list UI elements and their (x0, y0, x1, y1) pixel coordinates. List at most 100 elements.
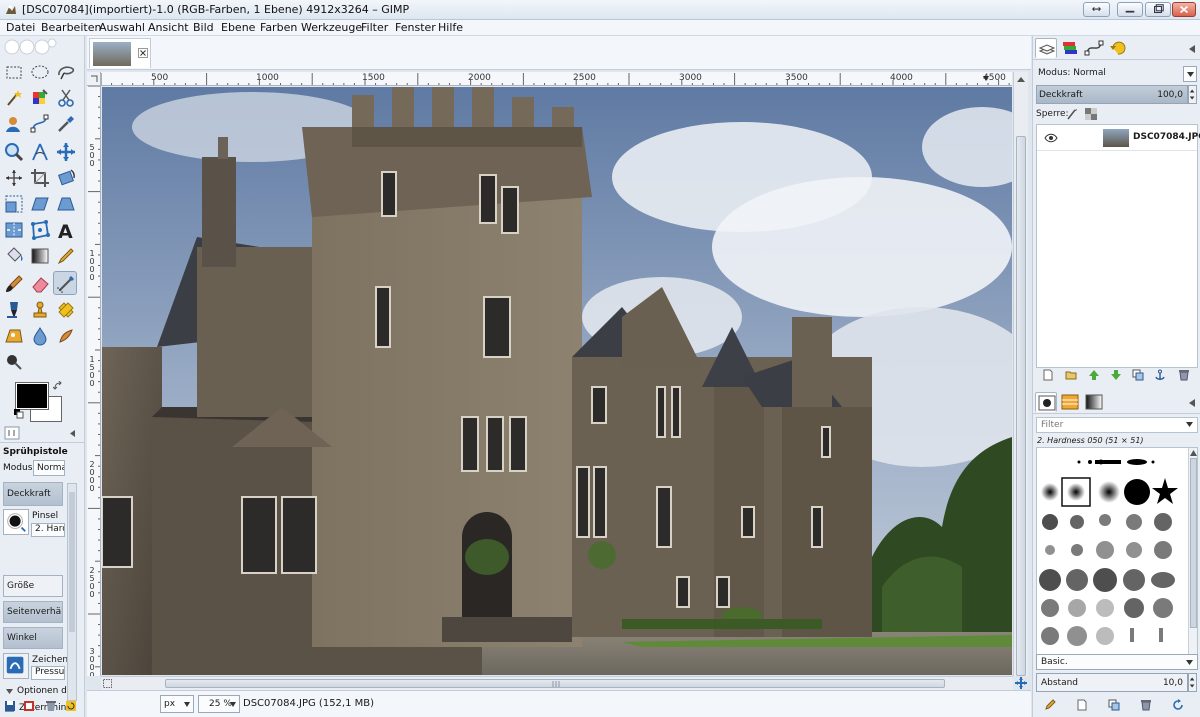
move-icon[interactable] (54, 140, 78, 164)
paths-icon[interactable] (28, 112, 52, 136)
unit-select[interactable]: px (160, 695, 194, 713)
heal-icon[interactable] (54, 298, 78, 322)
shear-icon[interactable] (28, 192, 52, 216)
paths-tab-icon[interactable] (1083, 38, 1105, 58)
opacity-slider[interactable]: Deckkraft (3, 482, 63, 506)
foreground-color[interactable] (15, 382, 49, 410)
delete-layer-icon[interactable] (1178, 369, 1190, 381)
scroll-up-icon[interactable] (1016, 75, 1026, 83)
ink-icon[interactable] (2, 298, 26, 322)
swap-colors-icon[interactable] (53, 381, 63, 391)
brush-spacing-slider[interactable]: Abstand 10,0 (1036, 673, 1188, 692)
scissors-icon[interactable] (54, 86, 78, 110)
panel-menu-icon[interactable] (1187, 44, 1197, 54)
color-picker-icon[interactable] (54, 112, 78, 136)
vertical-scrollbar[interactable] (1013, 72, 1028, 676)
undo-history-tab-icon[interactable] (1107, 38, 1129, 58)
menu-filter[interactable]: Filter (361, 21, 388, 34)
layer-mode-select[interactable]: Modus: Normal (1035, 66, 1199, 82)
size-slider[interactable]: Größe (3, 575, 63, 597)
navigate-icon[interactable] (1014, 676, 1028, 690)
menu-auswahl[interactable]: Auswahl (99, 21, 145, 34)
layer-opacity-slider[interactable]: Deckkraft 100,0 (1036, 85, 1188, 104)
duplicate-brush-icon[interactable] (1108, 699, 1120, 711)
airbrush-icon[interactable] (53, 271, 77, 295)
crop-icon[interactable] (28, 166, 52, 190)
new-layer-icon[interactable] (1042, 369, 1054, 381)
restore-options-icon[interactable] (23, 700, 35, 712)
dynamics-field[interactable]: Pressure (31, 666, 65, 680)
text-icon[interactable]: A (54, 218, 78, 242)
edit-brush-icon[interactable] (1044, 699, 1056, 711)
perspective-icon[interactable] (54, 192, 78, 216)
menu-werkzeuge[interactable]: Werkzeuge (301, 21, 362, 34)
maximize-button[interactable] (1145, 2, 1171, 17)
aspect-ratio-slider[interactable]: Seitenverhältnis (3, 601, 63, 623)
patterns-tab-icon[interactable] (1059, 392, 1081, 412)
smudge-icon[interactable] (54, 324, 78, 348)
clone-icon[interactable] (28, 298, 52, 322)
channels-tab-icon[interactable] (1059, 38, 1081, 58)
flip-icon[interactable] (2, 218, 26, 242)
tool-options-scrollbar[interactable] (67, 483, 77, 701)
zoom-icon[interactable] (2, 140, 26, 164)
scroll-up-icon[interactable] (1190, 450, 1197, 456)
horizontal-scrollbar[interactable] (101, 676, 1013, 690)
pencil-icon[interactable] (54, 244, 78, 268)
menu-ebene[interactable]: Ebene (221, 21, 255, 34)
minimize-button[interactable] (1117, 2, 1143, 17)
brush-preview[interactable] (3, 509, 29, 535)
menu-hilfe[interactable]: Hilfe (438, 21, 463, 34)
raise-layer-icon[interactable] (1088, 369, 1100, 381)
menu-farben[interactable]: Farben (260, 21, 297, 34)
brush-preset-select[interactable]: Basic. (1036, 654, 1198, 670)
foreground-select-icon[interactable] (2, 112, 26, 136)
reset-options-icon[interactable] (65, 700, 77, 712)
select-by-color-icon[interactable] (28, 86, 52, 110)
brush-grid[interactable] (1036, 447, 1198, 655)
paintbrush-icon[interactable] (2, 272, 26, 296)
layers-tab-icon[interactable] (1035, 38, 1057, 58)
dynamics-options-label[interactable]: Optionen de (17, 686, 72, 696)
menu-fenster[interactable]: Fenster (395, 21, 436, 34)
perspective-clone-icon[interactable] (2, 324, 26, 348)
anchor-icon[interactable] (1154, 369, 1166, 381)
rotate-icon[interactable] (54, 166, 78, 190)
lock-alpha-icon[interactable] (1085, 108, 1097, 120)
brush-filter-input[interactable]: Filter (1036, 417, 1198, 433)
fuzzy-select-icon[interactable] (2, 86, 26, 110)
menu-bild[interactable]: Bild (193, 21, 214, 34)
ruler-corner[interactable] (87, 72, 101, 86)
rect-select-icon[interactable] (2, 60, 26, 84)
delete-options-icon[interactable] (45, 700, 57, 712)
cage-transform-icon[interactable] (28, 218, 52, 242)
duplicate-layer-icon[interactable] (1132, 369, 1144, 381)
horizontal-ruler[interactable]: 500 1000 1500 2000 2500 3000 3500 4000 4… (101, 72, 1012, 86)
eraser-icon[interactable] (28, 272, 52, 296)
ellipse-select-icon[interactable] (28, 60, 52, 84)
gradients-tab-icon[interactable] (1083, 392, 1105, 412)
new-layer-group-icon[interactable] (1065, 369, 1077, 381)
expand-options-icon[interactable] (5, 687, 14, 696)
delete-brush-icon[interactable] (1140, 699, 1152, 711)
dynamics-preview[interactable] (3, 653, 29, 679)
panel-menu-icon[interactable] (1187, 398, 1197, 408)
image-canvas[interactable] (102, 87, 1012, 675)
new-brush-icon[interactable] (1076, 699, 1088, 711)
layer-opacity-spinner[interactable] (1188, 85, 1197, 104)
layer-name[interactable]: DSC07084.JPG (1133, 132, 1200, 142)
default-colors-icon[interactable] (14, 409, 24, 419)
vertical-ruler[interactable]: 500 1000 1500 2000 2500 3000 (87, 86, 101, 676)
lock-pixels-icon[interactable] (1066, 108, 1078, 120)
mode-select[interactable]: Normal (33, 460, 65, 476)
dodge-burn-icon[interactable] (2, 350, 26, 374)
measure-icon[interactable] (28, 140, 52, 164)
brushes-tab-icon[interactable] (1035, 392, 1057, 412)
refresh-brushes-icon[interactable] (1172, 699, 1184, 711)
tool-options-tab-icon[interactable] (4, 426, 20, 440)
vertical-scroll-thumb[interactable] (1016, 136, 1026, 676)
close-button[interactable] (1172, 2, 1196, 17)
menu-datei[interactable]: Datei (6, 21, 35, 34)
eye-icon[interactable] (1044, 133, 1058, 143)
close-icon[interactable] (138, 48, 148, 58)
